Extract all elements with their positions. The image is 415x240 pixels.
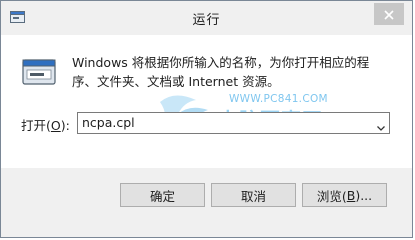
run-dialog-icon <box>22 59 56 85</box>
window-title: 运行 <box>192 13 221 28</box>
open-label-prefix: 打开( <box>21 118 51 133</box>
chevron-down-icon[interactable] <box>376 118 386 131</box>
watermark-url: WWW.PC841.COM <box>229 93 328 105</box>
open-input[interactable]: ncpa.cpl <box>82 115 135 130</box>
dialog-content: Windows 将根据你所输入的名称，为你打开相应的程序、文件夹、文档或 Int… <box>1 35 412 168</box>
title-bar: 运行 <box>1 1 412 35</box>
close-button[interactable] <box>374 3 404 25</box>
open-combobox[interactable]: ncpa.cpl <box>77 112 390 134</box>
ok-button[interactable]: 确定 <box>120 183 205 207</box>
cancel-button[interactable]: 取消 <box>211 183 296 207</box>
open-label-suffix: ): <box>60 118 70 133</box>
browse-button[interactable]: 浏览(B)... <box>302 183 387 207</box>
close-icon <box>384 5 394 24</box>
run-dialog: 运行 Windows 将根据你所输入的名称，为你打开相应的程序、文件夹、文档或 … <box>0 0 413 238</box>
browse-label-prefix: 浏览( <box>316 188 347 204</box>
browse-label-suffix: )... <box>355 187 373 203</box>
open-label: 打开(O): <box>21 115 70 134</box>
open-label-accel: O <box>50 118 61 133</box>
browse-label-accel: B <box>346 187 356 203</box>
description-text: Windows 将根据你所输入的名称，为你打开相应的程序、文件夹、文档或 Int… <box>72 55 370 89</box>
